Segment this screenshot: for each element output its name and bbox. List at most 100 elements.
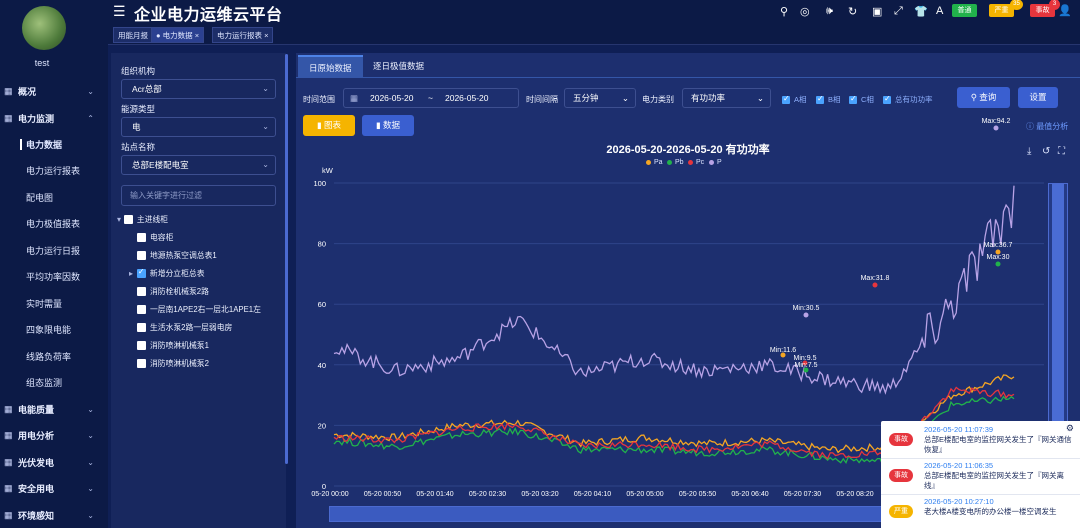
chevron-down-icon: ⌃: [87, 113, 94, 123]
refresh-icon[interactable]: ↻: [848, 5, 857, 18]
nav-solar[interactable]: ▦ 光伏发电 ⌄: [0, 449, 108, 475]
shield-icon: ▦: [4, 482, 13, 493]
chart-view-button[interactable]: ▮ 图表: [303, 115, 355, 136]
legend-item[interactable]: Pc: [688, 159, 704, 166]
y-tick-label: 40: [318, 361, 326, 370]
chart-icon: ▦: [4, 85, 13, 96]
legend-item[interactable]: P: [709, 159, 722, 166]
panel-scrollbar[interactable]: [285, 54, 288, 464]
tree-item[interactable]: 消防喷淋机械泵1: [137, 338, 209, 352]
x-tick-label: 05-20 00:50: [364, 491, 401, 498]
search-icon[interactable]: ⚲: [780, 5, 788, 18]
nav-sub-item[interactable]: 电力极值报表: [0, 211, 108, 237]
chevron-down-icon: ⌄: [87, 483, 94, 493]
nav-shield[interactable]: ▦ 安全用电 ⌄: [0, 475, 108, 501]
font-size-icon[interactable]: A: [936, 5, 943, 17]
fullscreen-icon[interactable]: ⤢: [894, 5, 903, 18]
close-icon[interactable]: ×: [195, 31, 199, 40]
phase-c-checkbox[interactable]: C相: [849, 94, 874, 105]
save-icon[interactable]: ▣: [872, 5, 882, 18]
nav-gear[interactable]: ▦ 电力监测 ⌃: [0, 105, 108, 131]
energy-select[interactable]: 电 ⌄: [121, 117, 276, 137]
nav-lightning[interactable]: ▦ 电能质量 ⌄: [0, 396, 108, 422]
nav-sub-item[interactable]: 线路负荷率: [0, 343, 108, 369]
settings-button[interactable]: 设置: [1018, 87, 1058, 108]
interval-select[interactable]: 五分钟 ⌄: [564, 88, 636, 108]
extreme-marker: [995, 261, 1001, 267]
tab-daily-extremes[interactable]: 逐日极值数据: [362, 55, 435, 77]
nav-chart[interactable]: ▦ 概况 ⌄: [0, 78, 108, 104]
search-icon: ⚲: [970, 92, 980, 102]
tree-item[interactable]: 一层南1APE2右一层北1APE1左: [137, 302, 261, 316]
chevron-down-icon: ⌄: [87, 510, 94, 520]
legend-item[interactable]: Pa: [646, 159, 663, 166]
data-view-button[interactable]: ▮ 数据: [362, 115, 414, 136]
theme-icon[interactable]: 👕: [914, 5, 928, 18]
y-tick-label: 0: [322, 482, 326, 491]
chart-icon: ▮: [316, 120, 325, 130]
tab-power-data[interactable]: ● 电力数据 ×: [151, 27, 205, 43]
query-button[interactable]: ⚲ 查询: [957, 87, 1010, 108]
y-zoom-slider[interactable]: [1048, 183, 1068, 425]
extreme-marker: [872, 282, 878, 288]
legend-item[interactable]: Pb: [667, 159, 684, 166]
keyword-filter-input[interactable]: 输入关键字进行过滤: [121, 185, 276, 206]
tree-item[interactable]: 生活水泵2路一层弱电房: [137, 320, 232, 334]
phase-a-checkbox[interactable]: A相: [782, 94, 807, 105]
chevron-down-icon: ⌄: [262, 122, 269, 131]
tree-item[interactable]: 电容柜: [137, 230, 173, 244]
type-select[interactable]: 有功功率 ⌄: [682, 88, 771, 108]
notice-tag: 严重: [889, 505, 913, 518]
nav-sub-item[interactable]: 实时需量: [0, 290, 108, 316]
tree-item[interactable]: ▸新增分立柜总表: [129, 266, 205, 280]
nav-env[interactable]: ▦ 环境感知 ⌄: [0, 502, 108, 528]
chevron-down-icon: ⌄: [262, 84, 269, 93]
restore-icon[interactable]: ↺: [1042, 146, 1050, 157]
bar-icon: ▦: [4, 429, 13, 440]
tree-item[interactable]: 地源热泵空调总表1: [137, 248, 217, 262]
page-tabs: 用能月报 ● 电力数据 × 电力运行报表 ×: [108, 25, 1080, 45]
badge-normal[interactable]: 普通: [952, 4, 977, 17]
nav-sub-item[interactable]: 电力运行报表: [0, 158, 108, 184]
phase-b-checkbox[interactable]: B相: [816, 94, 841, 105]
y-tick-label: 20: [318, 421, 326, 430]
x-tick-label: 05-20 03:20: [521, 491, 558, 498]
nav-sub-item[interactable]: 电力数据: [0, 131, 108, 157]
nav-sub-item[interactable]: 电力运行日报: [0, 237, 108, 263]
notice-text: 总部E楼配电室的监控网关发生了『网关通信恢复』: [924, 435, 1072, 454]
tab-raw-data[interactable]: 日原始数据: [298, 55, 363, 77]
extreme-label: Max:94.2: [982, 118, 1011, 125]
site-select[interactable]: 总部E楼配电室 ⌄: [121, 155, 276, 175]
org-select[interactable]: Acr总部 ⌄: [121, 79, 276, 99]
volume-icon[interactable]: 🕪: [826, 5, 833, 18]
total-power-checkbox[interactable]: 总有功功率: [883, 94, 933, 105]
interval-label: 时间间隔: [526, 95, 558, 104]
tree-item[interactable]: 消防喷淋机械泵2: [137, 356, 209, 370]
extreme-analysis-link[interactable]: ⓘ 最值分析: [1026, 121, 1068, 132]
gear-icon: ▦: [4, 112, 13, 123]
date-to: 2026-05-20: [445, 93, 489, 103]
nav-sub-item[interactable]: 配电图: [0, 184, 108, 210]
tree-item[interactable]: 消防栓机械泵2路: [137, 284, 209, 298]
type-label: 电力类别: [642, 95, 674, 104]
menu-toggle-icon[interactable]: ☰: [113, 3, 126, 20]
download-icon[interactable]: ⤓: [1027, 146, 1031, 157]
user-icon[interactable]: 👤: [1058, 4, 1072, 17]
nav-sub-item[interactable]: 四象限电能: [0, 317, 108, 343]
extreme-marker: [993, 125, 999, 131]
close-icon[interactable]: ×: [264, 31, 268, 40]
nav-bar[interactable]: ▦ 用电分析 ⌄: [0, 422, 108, 448]
avatar[interactable]: [22, 6, 66, 50]
notice-item[interactable]: 事故 2026-05-20 11:06:35 总部E楼配电室的监控网关发生了『网…: [881, 457, 1080, 495]
date-range-input[interactable]: ▦ 2026-05-20 ~ 2026-05-20: [343, 88, 519, 108]
tab-energy-month[interactable]: 用能月报: [113, 27, 153, 43]
nav-sub-item[interactable]: 组态监测: [0, 370, 108, 396]
chevron-down-icon: ⌄: [262, 160, 269, 169]
notice-item[interactable]: 事故 2026-05-20 11:07:39 总部E楼配电室的监控网关发生了『网…: [881, 421, 1080, 459]
notice-item[interactable]: 严重 2026-05-20 10:27:10 老大楼A楼变电所的办公楼一楼空调发…: [881, 493, 1080, 528]
nav-sub-item[interactable]: 平均功率因数: [0, 264, 108, 290]
help-icon[interactable]: ◎: [800, 5, 810, 18]
tab-power-report[interactable]: 电力运行报表 ×: [212, 27, 274, 43]
zoom-icon[interactable]: ⛶: [1058, 146, 1065, 157]
tree-root[interactable]: ▾ 主进线柜: [117, 212, 168, 226]
